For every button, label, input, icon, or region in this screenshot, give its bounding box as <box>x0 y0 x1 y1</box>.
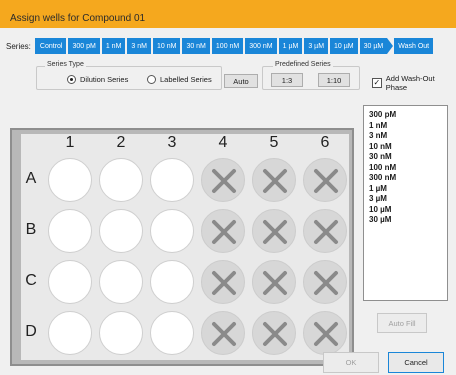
cancel-button[interactable]: Cancel <box>388 352 444 373</box>
well-disabled <box>201 209 245 253</box>
cross-icon <box>314 322 338 346</box>
auto-fill-button[interactable]: Auto Fill <box>377 313 427 333</box>
series-type-title: Series Type <box>45 61 86 68</box>
cross-icon <box>263 271 287 295</box>
cross-icon <box>212 322 236 346</box>
well-empty[interactable] <box>150 209 194 253</box>
series-step[interactable]: 3 nM <box>127 38 151 54</box>
list-item[interactable]: 30 µM <box>369 215 442 226</box>
column-label: 1 <box>65 134 75 151</box>
dilution-series-radio[interactable]: Dilution Series <box>67 75 128 84</box>
cross-icon <box>314 271 338 295</box>
concentration-list[interactable]: 300 pM 1 nM 3 nM 10 nM 30 nM 100 nM 300 nM 1 µM… <box>363 105 448 301</box>
column-label: 6 <box>320 134 330 151</box>
cross-icon <box>263 220 287 244</box>
column-label: 3 <box>167 134 177 151</box>
cross-icon <box>263 322 287 346</box>
well-disabled <box>252 260 296 304</box>
series-step[interactable]: 1 nM <box>101 38 126 54</box>
cross-icon <box>314 169 338 193</box>
row-label: B <box>25 221 37 238</box>
well-disabled <box>201 158 245 202</box>
washout-checkbox-box[interactable]: ✓ <box>372 78 382 88</box>
well-disabled <box>252 311 296 355</box>
well-empty[interactable] <box>48 158 92 202</box>
ratio-1-10-button[interactable]: 1:10 <box>318 73 350 87</box>
series-step[interactable]: 100 nM <box>211 38 244 54</box>
well-empty[interactable] <box>150 158 194 202</box>
list-item[interactable]: 30 nM <box>369 152 442 163</box>
predefined-series-group: Predefined Series 1:3 1:10 <box>262 61 360 90</box>
labelled-series-radio[interactable]: Labelled Series <box>147 75 212 84</box>
cross-icon <box>212 271 236 295</box>
well-disabled <box>303 209 347 253</box>
list-item[interactable]: 10 µM <box>369 205 442 216</box>
cross-icon <box>212 169 236 193</box>
well-disabled <box>201 311 245 355</box>
series-label: Series: <box>6 41 31 51</box>
series-step[interactable]: 1 µM <box>278 38 303 54</box>
series-step[interactable]: 3 µM <box>304 38 329 54</box>
cross-icon <box>263 169 287 193</box>
series-step[interactable]: 30 nM <box>182 38 210 54</box>
column-label: 5 <box>269 134 279 151</box>
column-label: 4 <box>218 134 228 151</box>
row-label: C <box>25 272 37 289</box>
well-empty[interactable] <box>99 209 143 253</box>
row-label: D <box>25 323 37 340</box>
list-item[interactable]: 3 µM <box>369 194 442 205</box>
auto-button[interactable]: Auto <box>224 74 258 88</box>
list-item[interactable]: 10 nM <box>369 142 442 153</box>
well-empty[interactable] <box>48 260 92 304</box>
well-empty[interactable] <box>48 311 92 355</box>
washout-checkbox[interactable]: ✓ Add Wash-Out Phase <box>372 74 456 92</box>
series-step[interactable]: Wash Out <box>394 38 434 54</box>
list-item[interactable]: 300 nM <box>369 173 442 184</box>
well-plate-inner: 1 2 3 4 5 6 A B C D <box>21 134 349 360</box>
series-arrow-icon <box>387 38 394 54</box>
cross-icon <box>212 220 236 244</box>
predefined-series-title: Predefined Series <box>273 61 333 68</box>
list-item[interactable]: 1 nM <box>369 121 442 132</box>
well-empty[interactable] <box>48 209 92 253</box>
series-type-group: Series Type Dilution Series Labelled Ser… <box>36 61 222 90</box>
series-step[interactable]: Control <box>34 38 67 54</box>
list-item[interactable]: 300 pM <box>369 110 442 121</box>
dilution-series-radio-dot[interactable] <box>67 75 76 84</box>
series-steps: Control 300 pM 1 nM 3 nM 10 nM 30 nM 100 nM 300… <box>34 38 434 54</box>
ratio-1-3-button[interactable]: 1:3 <box>271 73 303 87</box>
well-disabled <box>303 311 347 355</box>
cross-icon <box>314 220 338 244</box>
well-disabled <box>201 260 245 304</box>
series-step[interactable]: 10 nM <box>152 38 181 54</box>
labelled-series-label: Labelled Series <box>160 75 212 84</box>
labelled-series-radio-dot[interactable] <box>147 75 156 84</box>
well-disabled <box>303 260 347 304</box>
well-disabled <box>303 158 347 202</box>
dilution-series-label: Dilution Series <box>80 75 129 84</box>
column-label: 2 <box>116 134 126 151</box>
well-empty[interactable] <box>150 311 194 355</box>
window-title: Assign wells for Compound 01 <box>10 13 146 24</box>
series-step[interactable]: 300 pM <box>68 38 100 54</box>
well-plate: 1 2 3 4 5 6 A B C D <box>10 128 354 366</box>
ok-button[interactable]: OK <box>323 352 379 373</box>
series-step[interactable]: 300 nM <box>245 38 277 54</box>
well-disabled <box>252 158 296 202</box>
well-disabled <box>252 209 296 253</box>
well-empty[interactable] <box>99 158 143 202</box>
list-item[interactable]: 3 nM <box>369 131 442 142</box>
washout-label: Add Wash-Out Phase <box>385 74 435 92</box>
well-empty[interactable] <box>99 311 143 355</box>
well-empty[interactable] <box>150 260 194 304</box>
series-step[interactable]: 30 µM <box>359 38 388 54</box>
row-label: A <box>25 170 37 187</box>
well-empty[interactable] <box>99 260 143 304</box>
window-title-bar: Assign wells for Compound 01 <box>0 0 456 28</box>
list-item[interactable]: 100 nM <box>369 163 442 174</box>
series-row: Series: Control 300 pM 1 nM 3 nM 10 nM 30 nM 1… <box>6 38 434 54</box>
series-step[interactable]: 10 µM <box>330 38 358 54</box>
list-item[interactable]: 1 µM <box>369 184 442 195</box>
